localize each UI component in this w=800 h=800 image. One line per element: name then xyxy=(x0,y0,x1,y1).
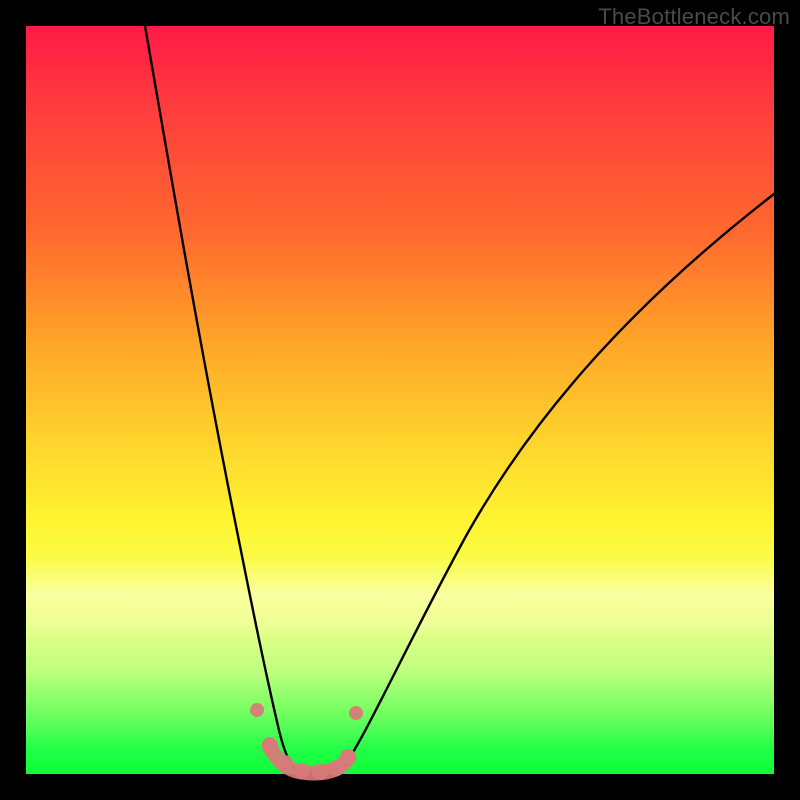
curve-layer xyxy=(26,26,774,774)
watermark-text: TheBottleneck.com xyxy=(598,4,790,30)
chart-frame: TheBottleneck.com xyxy=(0,0,800,800)
left-curve xyxy=(145,26,294,768)
plot-area xyxy=(26,26,774,774)
right-curve xyxy=(344,194,774,766)
